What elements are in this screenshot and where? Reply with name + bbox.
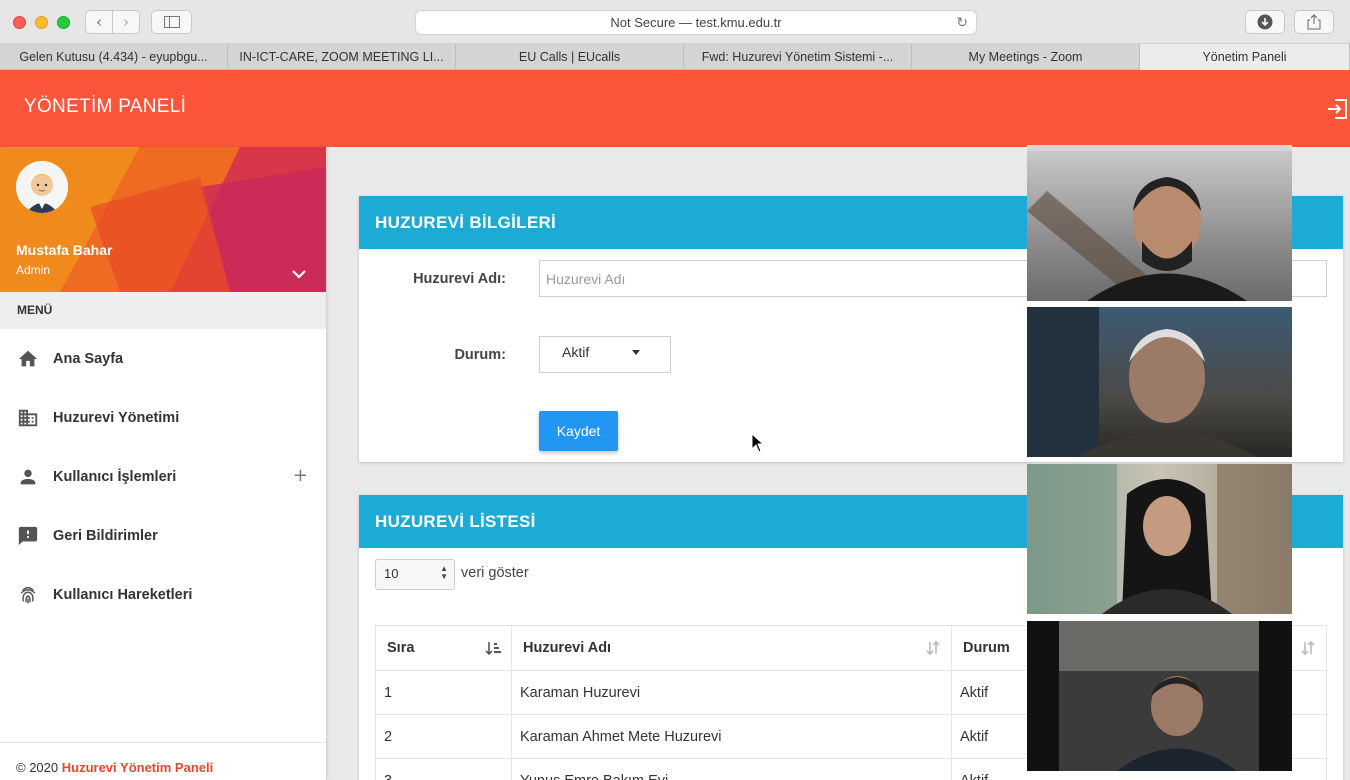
browser-tab[interactable]: Gelen Kutusu (4.434) - eyupbgu... bbox=[0, 44, 228, 70]
sidebar-item-label: Kullanıcı İşlemleri bbox=[53, 468, 177, 485]
sidebar: Mustafa Bahar Admin MENÜ Ana Sayfa Huzur… bbox=[0, 147, 326, 780]
caret-down-icon bbox=[632, 350, 640, 355]
url-text: Not Secure — test.kmu.edu.tr bbox=[610, 15, 782, 30]
chevron-down-icon[interactable] bbox=[290, 267, 308, 281]
download-icon bbox=[1257, 14, 1273, 30]
footer: © 2020 Huzurevi Yönetim Paneli bbox=[0, 742, 326, 780]
browser-titlebar: ‹ › Not Secure — test.kmu.edu.tr ↻ bbox=[0, 0, 1350, 44]
menu-header: MENÜ bbox=[0, 292, 326, 329]
browser-tab[interactable]: IN-ICT-CARE, ZOOM MEETING LI... bbox=[228, 44, 456, 70]
name-label: Huzurevi Adı: bbox=[413, 271, 506, 287]
participant-video-3[interactable] bbox=[1027, 464, 1292, 614]
avatar bbox=[16, 161, 68, 213]
copyright-text: © 2020 bbox=[16, 760, 59, 775]
share-icon bbox=[1307, 14, 1321, 30]
column-header-label: Sıra bbox=[387, 640, 415, 656]
participant-video-icon bbox=[1027, 464, 1292, 614]
logout-icon[interactable] bbox=[1326, 98, 1348, 120]
page-length-value: 10 bbox=[384, 566, 399, 581]
sidebar-item-kullanici-hareketleri[interactable]: Kullanıcı Hareketleri bbox=[0, 565, 326, 624]
forward-button[interactable]: › bbox=[112, 10, 140, 34]
back-button[interactable]: ‹ bbox=[85, 10, 113, 34]
cell-name: Yunus Emre Bakım Evi bbox=[511, 758, 952, 780]
sidebar-item-ana-sayfa[interactable]: Ana Sayfa bbox=[0, 329, 326, 388]
user-name: Mustafa Bahar bbox=[16, 242, 113, 258]
app-title: YÖNETİM PANELİ bbox=[24, 96, 187, 117]
user-profile-panel: Mustafa Bahar Admin bbox=[0, 147, 326, 292]
sort-asc-icon bbox=[485, 642, 501, 656]
participant-video-1[interactable] bbox=[1027, 151, 1292, 301]
sidebar-item-label: Huzurevi Yönetimi bbox=[53, 409, 180, 426]
share-button[interactable] bbox=[1294, 10, 1334, 34]
participant-video-icon bbox=[1027, 307, 1257, 457]
status-label: Durum: bbox=[454, 347, 506, 363]
reload-icon[interactable]: ↻ bbox=[956, 14, 968, 31]
sidebar-item-geri-bildirimler[interactable]: Geri Bildirimler bbox=[0, 506, 326, 565]
address-bar[interactable]: Not Secure — test.kmu.edu.tr ↻ bbox=[415, 10, 977, 35]
cell-no: 2 bbox=[375, 714, 512, 759]
participant-video-icon bbox=[1027, 177, 1247, 301]
column-header-label: Huzurevi Adı bbox=[523, 640, 612, 656]
cell-no: 1 bbox=[375, 670, 512, 715]
participant-video-2[interactable] bbox=[1027, 307, 1292, 457]
cell-no: 3 bbox=[375, 758, 512, 780]
cell-name: Karaman Huzurevi bbox=[511, 670, 952, 715]
fingerprint-icon bbox=[20, 586, 36, 603]
sidebar-item-huzurevi-yonetimi[interactable]: Huzurevi Yönetimi bbox=[0, 388, 326, 447]
sidebar-toggle-button[interactable] bbox=[151, 10, 192, 34]
person-icon bbox=[20, 469, 36, 484]
cell-name: Karaman Ahmet Mete Huzurevi bbox=[511, 714, 952, 759]
browser-tab-active[interactable]: Yönetim Paneli bbox=[1140, 44, 1350, 70]
sidebar-item-kullanici-islemleri[interactable]: Kullanıcı İşlemleri + bbox=[0, 447, 326, 506]
column-header-label: Durum bbox=[963, 640, 1010, 656]
feedback-icon bbox=[18, 526, 38, 545]
app-header: YÖNETİM PANELİ bbox=[0, 70, 1350, 147]
mouse-cursor-icon bbox=[751, 433, 765, 453]
participant-video-icon bbox=[1059, 621, 1259, 771]
browser-tab[interactable]: My Meetings - Zoom bbox=[912, 44, 1140, 70]
browser-tab-bar: Gelen Kutusu (4.434) - eyupbgu... IN-ICT… bbox=[0, 44, 1350, 70]
close-window-button[interactable] bbox=[13, 16, 26, 29]
column-header-sira[interactable]: Sıra bbox=[375, 625, 512, 671]
minimize-window-button[interactable] bbox=[35, 16, 48, 29]
home-icon bbox=[18, 350, 38, 366]
page-length-label: veri göster bbox=[461, 565, 529, 581]
chevron-left-icon: ‹ bbox=[96, 13, 102, 31]
expand-plus-icon[interactable]: + bbox=[293, 465, 308, 486]
status-select[interactable]: Aktif bbox=[539, 336, 671, 373]
sidebar-item-label: Kullanıcı Hareketleri bbox=[53, 586, 193, 603]
sidebar-item-label: Geri Bildirimler bbox=[53, 527, 158, 544]
sort-both-icon bbox=[926, 640, 940, 656]
updown-arrows-icon: ▲ ▼ bbox=[440, 564, 448, 581]
user-role: Admin bbox=[16, 263, 51, 277]
sort-both-icon bbox=[1301, 640, 1315, 656]
save-button[interactable]: Kaydet bbox=[539, 411, 618, 451]
participant-video-4[interactable] bbox=[1027, 621, 1292, 771]
chevron-right-icon: › bbox=[123, 13, 129, 31]
sidebar-icon bbox=[163, 16, 180, 28]
page-length-select[interactable]: 10 ▲ ▼ bbox=[375, 559, 455, 590]
downloads-button[interactable] bbox=[1245, 10, 1285, 34]
status-select-value: Aktif bbox=[562, 344, 590, 360]
sidebar-item-label: Ana Sayfa bbox=[53, 350, 124, 367]
browser-tab[interactable]: EU Calls | EUcalls bbox=[456, 44, 684, 70]
footer-brand-link[interactable]: Huzurevi Yönetim Paneli bbox=[62, 760, 213, 775]
building-icon bbox=[18, 409, 38, 426]
browser-tab[interactable]: Fwd: Huzurevi Yönetim Sistemi -... bbox=[684, 44, 912, 70]
zoom-window-button[interactable] bbox=[57, 16, 70, 29]
column-header-huzurevi-adi[interactable]: Huzurevi Adı bbox=[511, 625, 952, 671]
